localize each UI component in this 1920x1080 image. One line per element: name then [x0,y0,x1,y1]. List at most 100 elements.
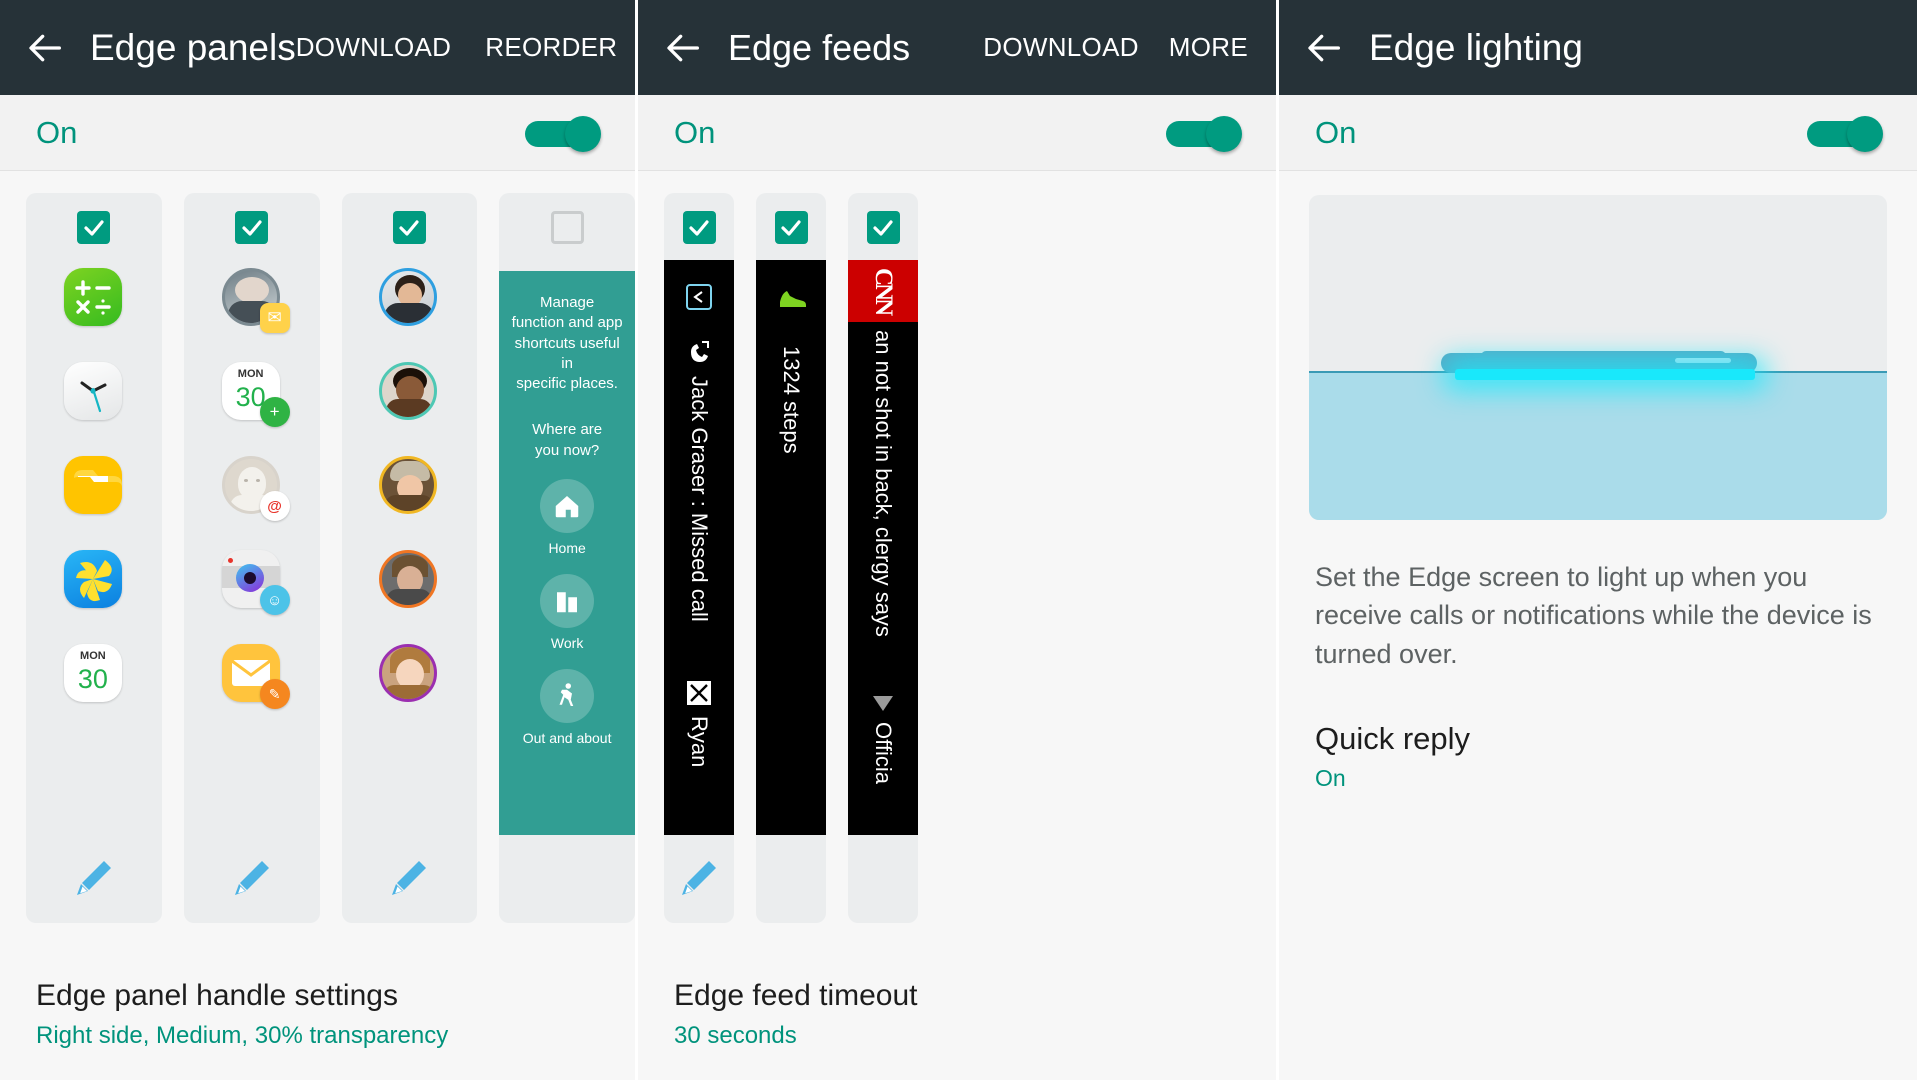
feed-preview-steps: 1324 steps [756,260,826,835]
gallery-icon[interactable] [63,550,124,610]
calendar-icon[interactable]: MON 30 [63,644,124,704]
feed-headline-text: an not shot in back, clergy says [871,330,896,637]
contact-email-icon[interactable]: @ [221,456,290,521]
place-option-out[interactable]: Out and about [509,668,625,746]
edit-pencil-icon[interactable] [676,855,722,901]
clock-icon[interactable] [63,362,124,422]
lighting-description: Set the Edge screen to light up when you… [1315,562,1872,669]
feed-card[interactable]: Jack Graser : Missed call Ryan [664,193,734,923]
promo-question-1: Where are [532,421,603,439]
appbar-edge-lighting: Edge lighting [1279,0,1917,95]
feed-timeout-title: Edge feed timeout [674,979,918,1012]
appbar-edge-panels: Edge panels DOWNLOAD REORDER [0,0,635,95]
panel-card-promo[interactable]: Manage function and app shortcuts useful… [499,193,635,923]
contact-message-icon[interactable]: ✉ [221,268,290,333]
more-button[interactable]: MORE [1169,32,1248,63]
edit-pencil-icon[interactable] [386,855,432,901]
walking-person-icon [540,668,595,723]
quick-reply-state: On [1315,764,1346,791]
feed-text-line1: Jack Graser : Missed call [687,376,712,622]
contact-avatar-icon[interactable] [379,644,439,704]
panel-icon-list [342,268,478,704]
message-icon [686,680,712,711]
feed-card[interactable]: 1324 steps [756,193,826,923]
feed-source-text: Officia [871,722,896,784]
place-label-work: Work [550,634,584,651]
reorder-button[interactable]: REORDER [485,32,617,63]
toggle-knob [565,115,601,152]
feed-checkbox[interactable] [866,211,900,244]
master-switch-row-feeds[interactable]: On [638,95,1276,171]
panels-body: MON 30 ✉ MON 30 + @ ☺ ✎ Manage function … [0,171,635,1080]
master-switch-state: On [1315,114,1357,150]
sticker-badge-icon: ☺ [259,585,290,615]
screen-edge-lighting: Edge lighting On Set the Edge screen to … [1279,0,1917,1080]
panel-card[interactable]: MON 30 [26,193,162,923]
master-toggle-switch[interactable] [1807,115,1883,152]
edge-feed-timeout-item[interactable]: Edge feed timeout 30 seconds [638,979,1276,1080]
calculator-icon[interactable] [63,268,124,328]
expand-triangle-icon [870,692,896,719]
toggle-knob [1206,115,1242,152]
feed-card[interactable]: CNN an not shot in back, clergy says Off… [848,193,918,923]
page-title: Edge lighting [1369,26,1583,68]
contact-avatar-icon[interactable] [379,362,439,422]
panel-card[interactable] [341,193,478,923]
place-label-out: Out and about [522,729,612,746]
feed-preview-cnn: CNN an not shot in back, clergy says Off… [848,260,918,835]
shoe-icon [776,286,806,317]
feed-text-line2: Ryan [687,716,712,768]
edit-pencil-icon[interactable] [71,855,117,901]
edge-glow [1455,369,1755,380]
feed-card-strip: Jack Graser : Missed call Ryan 1324 step… [638,171,1276,923]
quick-reply-item[interactable]: Quick reply On [1315,721,1881,792]
panel-checkbox[interactable] [392,211,426,244]
contact-avatar-icon[interactable] [379,268,439,328]
download-button[interactable]: DOWNLOAD [983,32,1139,63]
master-toggle-switch[interactable] [525,115,601,152]
appbar-actions: DOWNLOAD MORE [983,32,1258,63]
camera-sticker-icon[interactable]: ☺ [221,550,290,615]
edit-pencil-icon[interactable] [229,855,275,901]
cnn-logo: CNN [848,260,918,322]
back-arrow-icon[interactable] [656,20,712,76]
place-option-work[interactable]: Work [509,573,625,651]
panel-card-strip: MON 30 ✉ MON 30 + @ ☺ ✎ Manage function … [0,171,635,923]
handle-settings-subtitle: Right side, Medium, 30% transparency [36,1022,449,1049]
contact-avatar-icon[interactable] [379,550,439,610]
place-option-home[interactable]: Home [509,478,625,556]
master-switch-row-lighting[interactable]: On [1279,95,1917,171]
email-compose-icon[interactable]: ✎ [221,644,290,709]
master-switch-row-panels[interactable]: On [0,95,635,171]
my-files-icon[interactable] [63,456,124,516]
compose-badge-icon: ✎ [259,679,290,709]
calendar-add-icon[interactable]: MON 30 + [221,362,290,427]
contact-avatar-icon[interactable] [379,456,439,516]
master-toggle-switch[interactable] [1166,115,1242,152]
cnn-logo-text: CNN [870,268,897,314]
quick-reply-title: Quick reply [1315,720,1471,756]
panel-checkbox[interactable] [235,211,269,244]
home-icon [540,478,595,533]
panel-checkbox-unchecked[interactable] [550,211,584,244]
promo-question-2: you now? [535,441,600,459]
toggle-knob [1847,115,1883,152]
feeds-body: Jack Graser : Missed call Ryan 1324 step… [638,171,1276,1080]
back-arrow-icon[interactable] [18,20,74,76]
panel-card[interactable]: ✉ MON 30 + @ ☺ ✎ [183,193,320,923]
appbar-actions: DOWNLOAD REORDER [296,32,628,63]
collapse-arrow-icon [684,282,714,317]
edge-lighting-preview [1309,195,1887,520]
appbar-edge-feeds: Edge feeds DOWNLOAD MORE [638,0,1276,95]
message-badge-icon: ✉ [259,303,290,333]
panel-checkbox[interactable] [77,211,111,244]
back-arrow-icon[interactable] [1297,20,1353,76]
promo-card: Manage function and app shortcuts useful… [499,271,635,835]
feed-checkbox[interactable] [682,211,716,244]
download-button[interactable]: DOWNLOAD [296,32,452,63]
feed-checkbox[interactable] [774,211,808,244]
screen-edge-feeds: Edge feeds DOWNLOAD MORE On Jack Graser … [638,0,1279,1080]
phone-illustration [1433,351,1763,380]
feed-text-steps: 1324 steps [779,346,804,454]
edge-panel-handle-settings-item[interactable]: Edge panel handle settings Right side, M… [0,979,635,1080]
